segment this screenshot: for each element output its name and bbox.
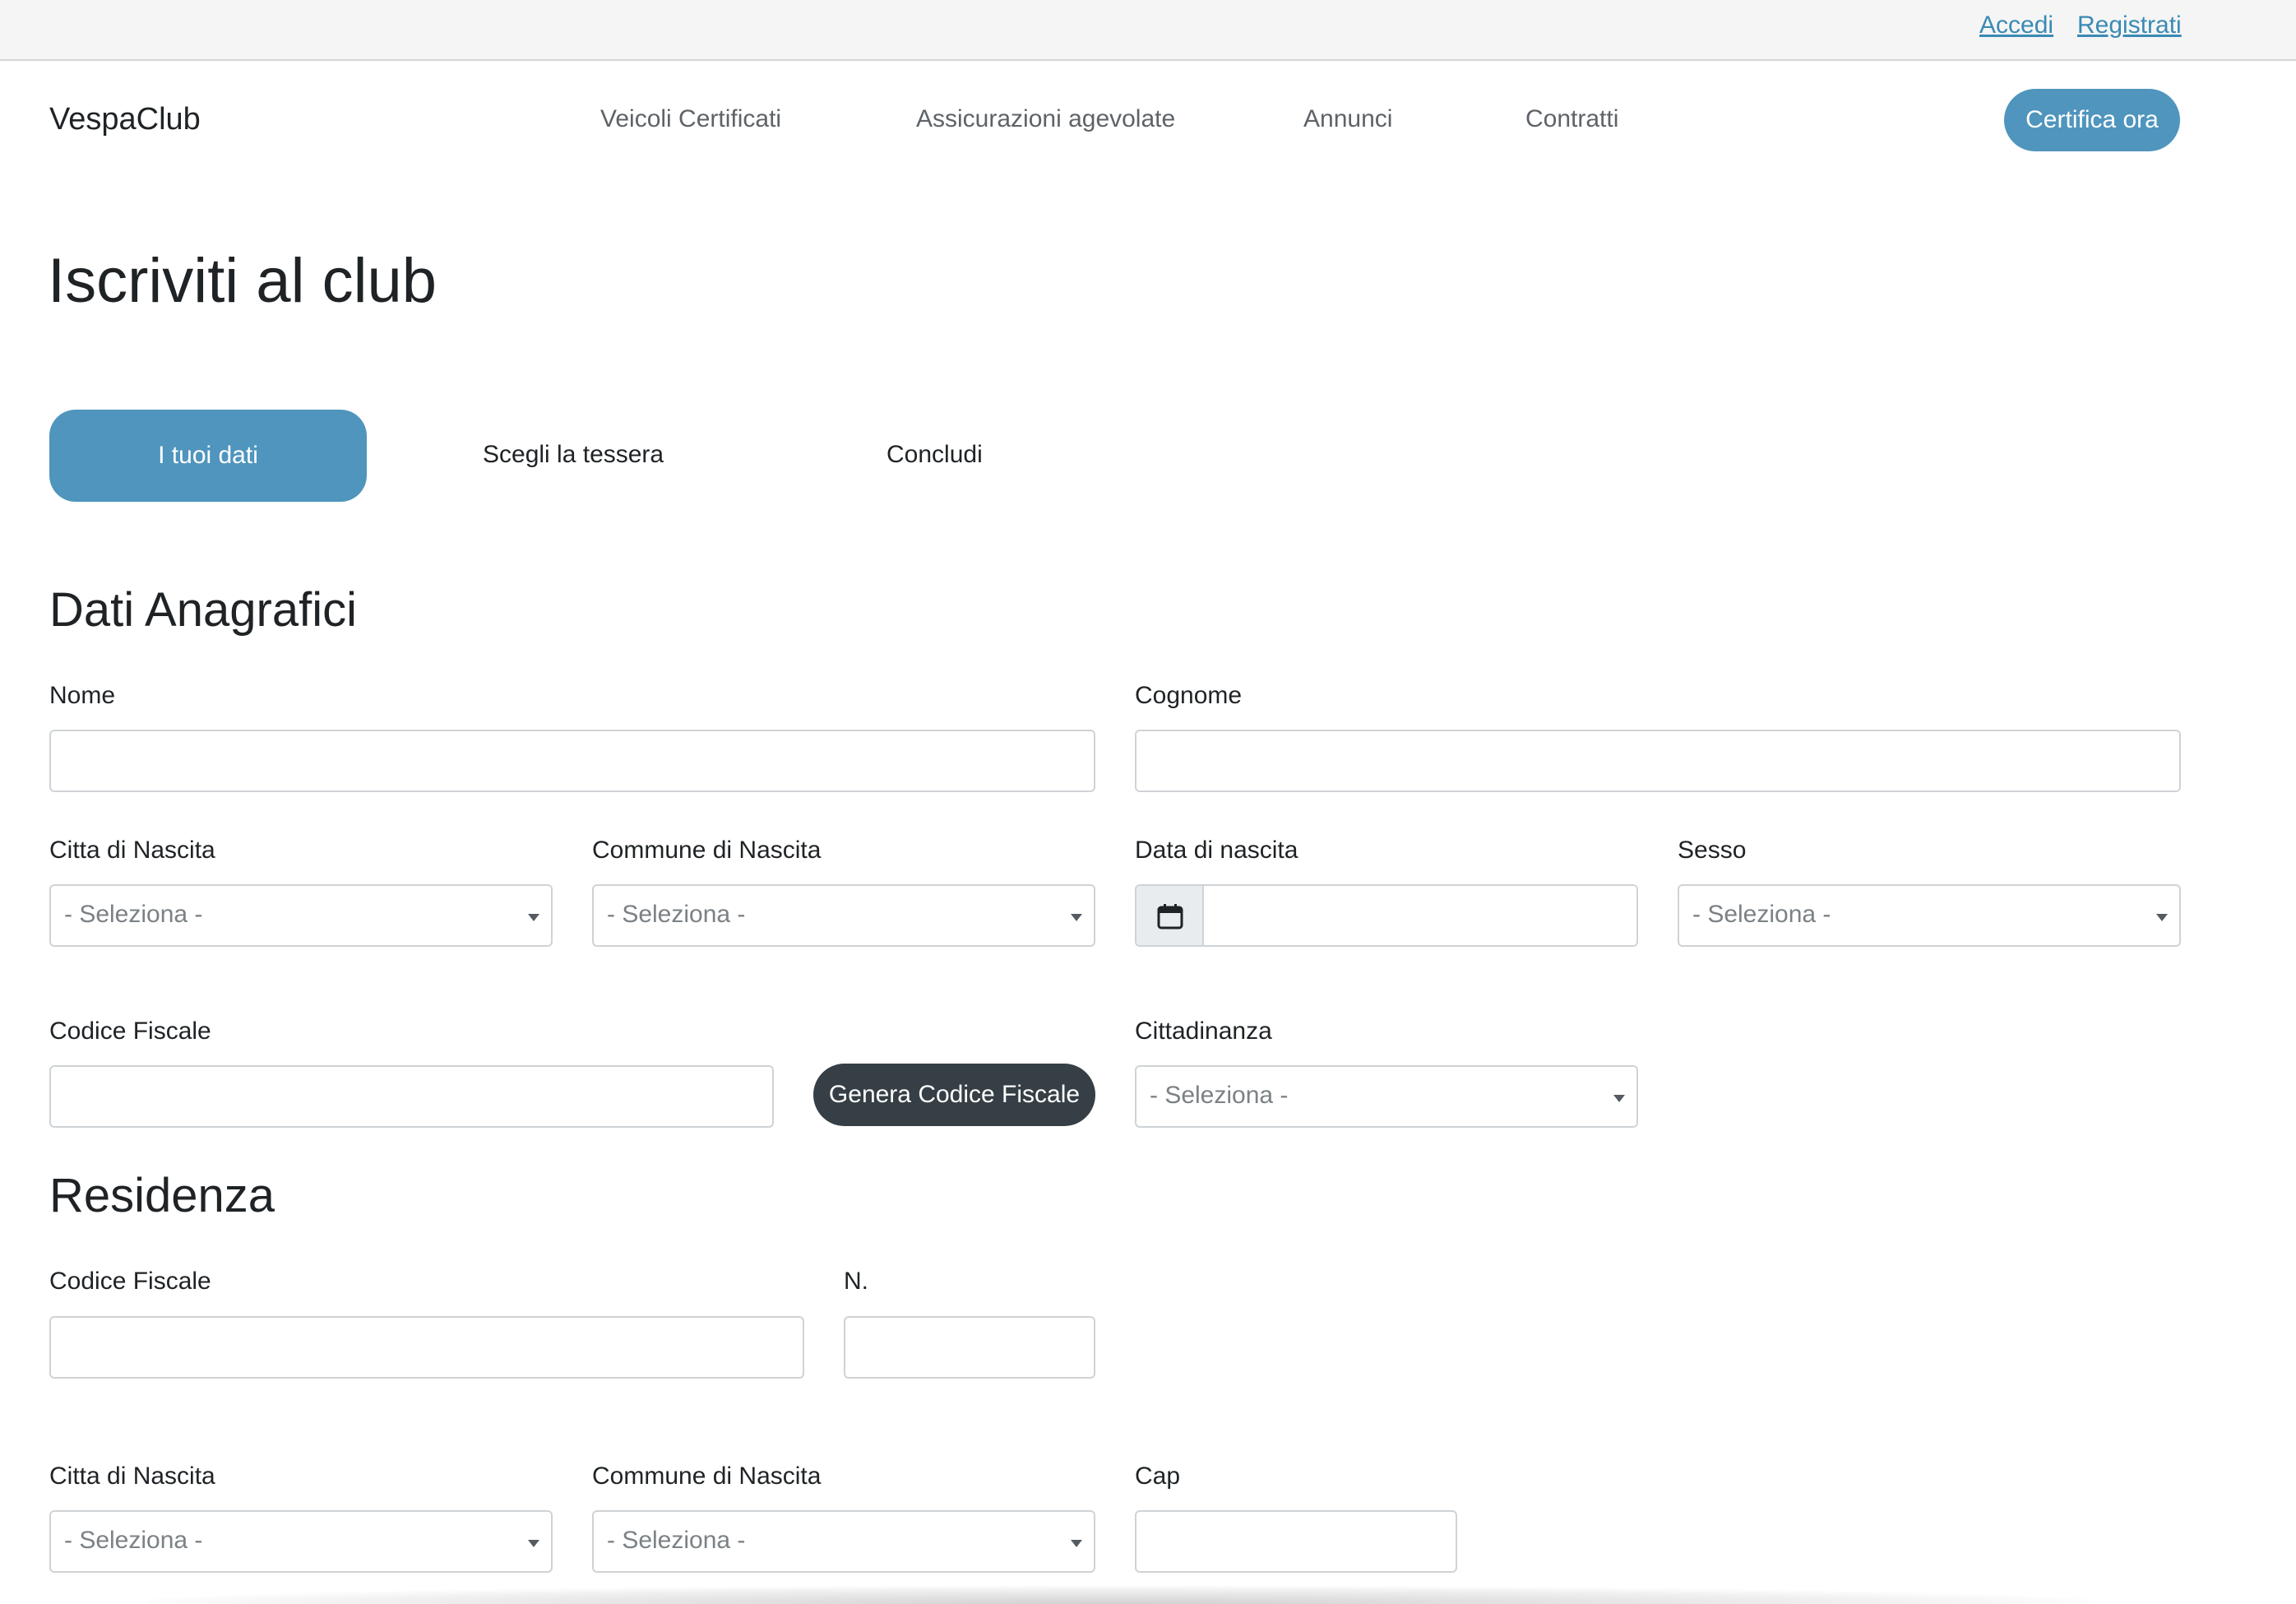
cognome-label: Cognome: [1135, 682, 1243, 709]
bottom-fade-shadow: [148, 1586, 2089, 1604]
nav-link-veicoli-certificati[interactable]: Veicoli Certificati: [600, 105, 781, 133]
sesso-select[interactable]: - Seleziona -: [1678, 884, 2181, 947]
citta-nascita-select-value: - Seleziona -: [64, 901, 203, 928]
caret-down-icon: [528, 914, 539, 921]
nome-input[interactable]: [49, 730, 1095, 792]
data-nascita-field: [1135, 884, 1638, 947]
login-link[interactable]: Accedi: [1979, 12, 2053, 39]
caret-down-icon: [1613, 1095, 1625, 1102]
brand-logo[interactable]: VespaClub: [49, 102, 201, 137]
comune-nascita-select-value: - Seleziona -: [607, 901, 746, 928]
certifica-ora-button[interactable]: Certifica ora: [2004, 89, 2180, 151]
page-title: Iscriviti al club: [48, 246, 437, 316]
codice-fiscale-input[interactable]: [49, 1065, 774, 1128]
data-nascita-label: Data di nascita: [1135, 837, 1298, 864]
residenza-comune-label: Commune di Nascita: [592, 1463, 822, 1490]
calendar-icon: [1157, 904, 1183, 929]
nome-label: Nome: [49, 682, 116, 709]
nav-link-annunci[interactable]: Annunci: [1303, 105, 1392, 133]
numero-civico-input[interactable]: [844, 1316, 1095, 1379]
step-concludi[interactable]: Concludi: [886, 441, 983, 469]
cittadinanza-select-value: - Seleziona -: [1150, 1082, 1289, 1109]
nav-link-assicurazioni-agevolate[interactable]: Assicurazioni agevolate: [916, 105, 1175, 133]
residenza-citta-label: Citta di Nascita: [49, 1463, 215, 1490]
cap-input[interactable]: [1135, 1510, 1457, 1573]
genera-codice-fiscale-button[interactable]: Genera Codice Fiscale: [813, 1064, 1095, 1126]
comune-nascita-select[interactable]: - Seleziona -: [592, 884, 1095, 947]
cap-label: Cap: [1135, 1463, 1181, 1490]
caret-down-icon: [2156, 914, 2168, 921]
residenza-citta-select-value: - Seleziona -: [64, 1527, 203, 1554]
comune-nascita-label: Commune di Nascita: [592, 837, 822, 864]
citta-nascita-label: Citta di Nascita: [49, 837, 215, 864]
step-i-tuoi-dati[interactable]: I tuoi dati: [49, 410, 367, 502]
citta-nascita-select[interactable]: - Seleziona -: [49, 884, 553, 947]
residenza-comune-select[interactable]: - Seleziona -: [592, 1510, 1095, 1573]
sesso-select-value: - Seleziona -: [1692, 901, 1831, 928]
residenza-codice-fiscale-label: Codice Fiscale: [49, 1268, 211, 1295]
sesso-label: Sesso: [1678, 837, 1747, 864]
cittadinanza-select[interactable]: - Seleziona -: [1135, 1065, 1638, 1128]
caret-down-icon: [528, 1540, 539, 1547]
cognome-input[interactable]: [1135, 730, 2181, 792]
codice-fiscale-label: Codice Fiscale: [49, 1018, 211, 1045]
data-nascita-input[interactable]: [1206, 886, 1636, 945]
caret-down-icon: [1071, 1540, 1082, 1547]
cittadinanza-label: Cittadinanza: [1135, 1018, 1272, 1045]
residenza-codice-fiscale-input[interactable]: [49, 1316, 804, 1379]
step-scegli-la-tessera[interactable]: Scegli la tessera: [483, 441, 664, 469]
residenza-comune-select-value: - Seleziona -: [607, 1527, 746, 1554]
register-link[interactable]: Registrati: [2077, 12, 2182, 39]
caret-down-icon: [1071, 914, 1082, 921]
date-picker-button[interactable]: [1136, 886, 1204, 945]
numero-civico-label: N.: [844, 1268, 868, 1295]
top-utility-bar: Accedi Registrati: [0, 0, 2296, 61]
residenza-citta-select[interactable]: - Seleziona -: [49, 1510, 553, 1573]
nav-link-contratti[interactable]: Contratti: [1525, 105, 1618, 133]
section-title-residenza: Residenza: [49, 1169, 275, 1222]
section-title-dati-anagrafici: Dati Anagrafici: [49, 583, 357, 637]
